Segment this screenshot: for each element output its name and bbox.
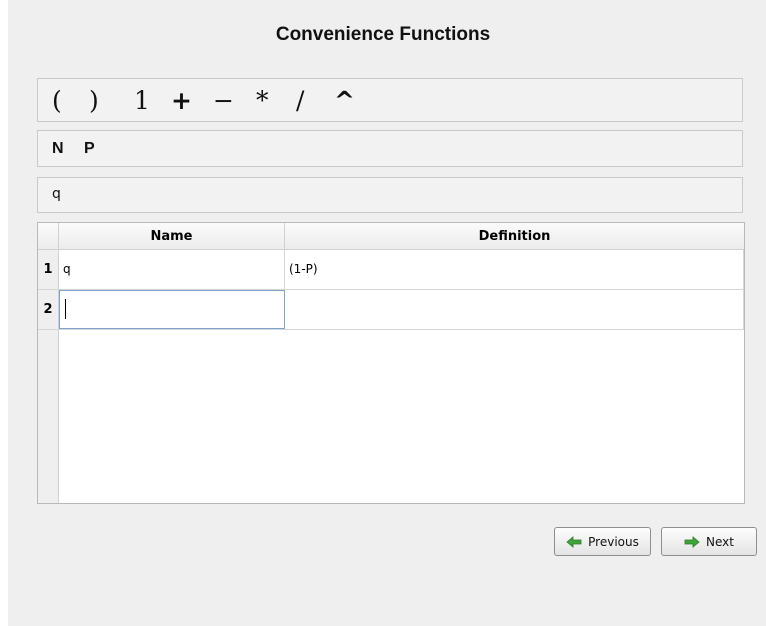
power-button[interactable]: ^ (334, 85, 355, 117)
arrow-left-icon (566, 535, 582, 548)
minus-button[interactable]: − (213, 85, 234, 117)
previous-button[interactable]: Previous (554, 527, 651, 556)
next-button-label: Next (706, 534, 734, 549)
name-cell-editor[interactable] (59, 290, 285, 329)
function-palette: q (37, 177, 743, 213)
times-button[interactable]: * (256, 85, 269, 117)
text-caret (65, 299, 66, 319)
plus-button[interactable]: + (171, 85, 192, 117)
divide-button[interactable]: / (296, 85, 304, 117)
column-header-name[interactable]: Name (59, 223, 285, 250)
row-number: 2 (38, 290, 59, 329)
operator-palette: ( ) 1 + − * / ^ (37, 78, 743, 122)
definition-cell[interactable] (285, 290, 744, 329)
next-button[interactable]: Next (661, 527, 757, 556)
column-header-definition[interactable]: Definition (285, 223, 744, 250)
lparen-button[interactable]: ( (52, 85, 62, 117)
previous-button-label: Previous (588, 534, 639, 549)
name-cell[interactable]: q (59, 250, 285, 289)
page-title: Convenience Functions (275, 24, 491, 45)
variable-palette: N P (37, 130, 743, 167)
table-row: 2 (38, 290, 744, 330)
table-row: 1 q (1-P) (38, 250, 744, 290)
function-q-button[interactable]: q (52, 186, 61, 202)
variable-n-button[interactable]: N (52, 140, 64, 158)
row-number: 1 (38, 250, 59, 289)
one-button[interactable]: 1 (134, 85, 150, 117)
functions-table: Name Definition 1 q (1-P) 2 (37, 222, 745, 504)
variable-p-button[interactable]: P (84, 140, 95, 158)
definition-cell[interactable]: (1-P) (285, 250, 744, 289)
table-corner (38, 223, 59, 250)
rparen-button[interactable]: ) (89, 85, 99, 117)
arrow-right-icon (684, 535, 700, 548)
